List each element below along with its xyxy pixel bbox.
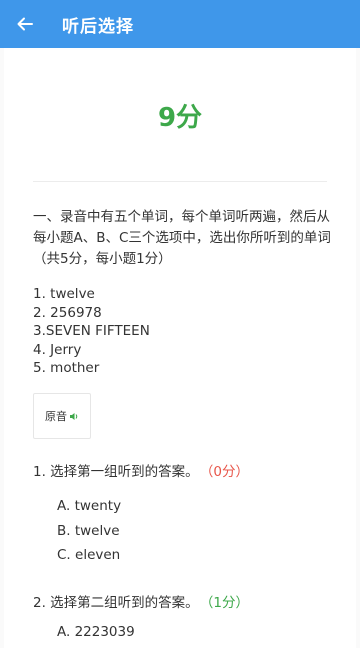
answer-option[interactable]: B. twelve (57, 523, 120, 539)
app-bar: 听后选择 (0, 0, 360, 48)
word-item: 4. Jerry (33, 341, 82, 358)
question-2: 2. 选择第二组听到的答案。 （1分） (33, 591, 249, 611)
word-item: 2. 256978 (33, 304, 102, 321)
divider (33, 181, 327, 182)
answer-option[interactable]: A. 2223039 (57, 624, 135, 640)
question-text: 2. 选择第二组听到的答案。 (33, 595, 199, 611)
word-item: 5. mother (33, 360, 100, 376)
word-item: 1. twelve (33, 286, 95, 302)
instruction-text: 一、录音中有五个单词，每个单词听两遍，然后从每小题A、B、C三个选项中，选出你所… (33, 209, 331, 267)
answer-option[interactable]: A. twenty (57, 498, 121, 514)
question-score: （1分） (206, 595, 250, 611)
speaker-icon (69, 412, 79, 421)
word-item: 3.SEVEN FIFTEEN (33, 323, 150, 339)
question-1: 1. 选择第一组听到的答案。 （0分） (33, 460, 249, 480)
play-original-audio-button[interactable]: 原音 (33, 393, 91, 439)
audio-label: 原音 (45, 410, 67, 423)
answer-option[interactable]: C. eleven (57, 547, 120, 563)
score-display: 9分 (157, 103, 203, 133)
question-score: （0分） (206, 464, 250, 480)
question-text: 1. 选择第一组听到的答案。 (33, 464, 199, 480)
page-title: 听后选择 (62, 16, 134, 37)
arrow-left-icon[interactable] (14, 13, 36, 35)
word-list: 1. twelve 2. 256978 3.SEVEN FIFTEEN 4. J… (33, 285, 150, 378)
